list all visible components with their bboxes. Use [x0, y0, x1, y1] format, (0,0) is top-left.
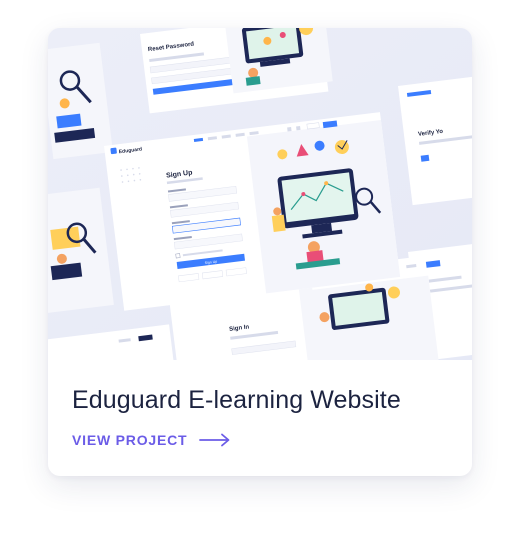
mockup-collage: Reset Password Verify Yo Sign In Eduguar…: [48, 28, 472, 360]
project-title: Eduguard E-learning Website: [72, 386, 401, 414]
card-body: Eduguard E-learning Website VIEW PROJECT: [72, 384, 448, 448]
view-project-link[interactable]: VIEW PROJECT: [72, 432, 231, 448]
view-project-label: VIEW PROJECT: [72, 432, 188, 448]
arrow-right-icon: [199, 433, 230, 447]
project-thumbnail: Reset Password Verify Yo Sign In Eduguar…: [48, 28, 472, 360]
project-card[interactable]: Reset Password Verify Yo Sign In Eduguar…: [48, 28, 472, 476]
sign-up-mockup: Eduguard Sign Up Sign Up: [104, 112, 401, 311]
